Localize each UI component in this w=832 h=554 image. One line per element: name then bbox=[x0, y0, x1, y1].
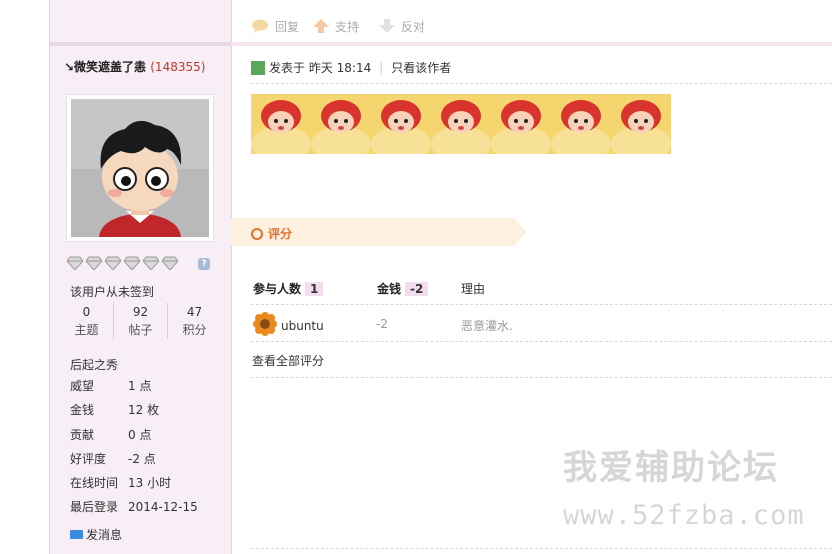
stat-value: 92 bbox=[132, 305, 149, 319]
view-all-ratings-link[interactable]: 查看全部评分 bbox=[252, 352, 324, 369]
rating-user[interactable]: ubuntu bbox=[253, 312, 324, 340]
author-uid: (148355) bbox=[150, 60, 206, 74]
thumbs-up-icon bbox=[313, 19, 329, 36]
online-status-icon bbox=[251, 60, 265, 75]
profile-key: 金钱 bbox=[70, 403, 95, 418]
stat-topics[interactable]: 0 主题 bbox=[60, 303, 113, 339]
stat-label: 主题 bbox=[74, 323, 99, 337]
rating-value: -2 bbox=[376, 317, 388, 331]
chick-emoticon-strip bbox=[251, 94, 671, 154]
profile-value: 12 枚 bbox=[128, 403, 160, 418]
circle-icon bbox=[251, 228, 263, 240]
stat-label: 积分 bbox=[182, 323, 207, 337]
diamond-icon[interactable] bbox=[142, 256, 160, 271]
thumbs-down-icon bbox=[379, 19, 395, 36]
stat-posts[interactable]: 92 帖子 bbox=[113, 303, 167, 339]
author-sidebar: ↘微笑遮盖了恚 (148355) ? 该用户从未签到 0 主题 92 帖子 47… bbox=[49, 0, 232, 554]
profile-row: 威望 1 点 bbox=[70, 378, 198, 402]
post-action-bar: 回复 支持 反对 bbox=[231, 0, 832, 42]
meta-separator bbox=[251, 83, 832, 84]
support-button[interactable]: 支持 bbox=[313, 18, 359, 36]
medal-row bbox=[66, 256, 181, 273]
diamond-icon[interactable] bbox=[85, 256, 103, 271]
profile-list: 威望 1 点 金钱 12 枚 贡献 0 点 好评度 -2 点 在线时间 13 小时 最后登… bbox=[70, 378, 198, 524]
sign-status: 该用户从未签到 bbox=[70, 285, 155, 299]
watermark-title: 我爱辅助论坛 bbox=[563, 448, 779, 488]
participants-label: 参与人数 bbox=[253, 282, 302, 296]
watermark-url: www.52fzba.com bbox=[563, 500, 805, 531]
avatar-image bbox=[71, 99, 209, 237]
user-stats: 0 主题 92 帖子 47 积分 bbox=[60, 303, 220, 341]
profile-row: 好评度 -2 点 bbox=[70, 451, 198, 475]
user-group[interactable]: 后起之秀 bbox=[70, 356, 118, 373]
user-avatar-icon bbox=[253, 312, 277, 339]
reply-icon bbox=[251, 19, 269, 36]
stat-value: 0 bbox=[82, 305, 91, 319]
author-name[interactable]: ↘微笑遮盖了恚 bbox=[64, 60, 146, 74]
page-gutter bbox=[0, 0, 49, 554]
rating-money-header: 金钱 -2 bbox=[377, 280, 429, 297]
oppose-button[interactable]: 反对 bbox=[379, 18, 425, 36]
profile-key: 威望 bbox=[70, 379, 95, 393]
rating-row-separator bbox=[251, 341, 832, 342]
content-divider bbox=[231, 42, 832, 46]
profile-value: 1 点 bbox=[128, 379, 152, 393]
stat-label: 帖子 bbox=[128, 323, 153, 337]
rating-header: 评分 bbox=[231, 218, 526, 246]
profile-value: -2 点 bbox=[128, 451, 156, 466]
profile-row: 贡献 0 点 bbox=[70, 427, 198, 451]
emoticon-image bbox=[251, 94, 671, 154]
stat-credits[interactable]: 47 积分 bbox=[167, 303, 221, 339]
rating-reason: 恶意灌水. bbox=[461, 319, 513, 333]
send-message-label: 发消息 bbox=[86, 528, 123, 542]
avatar[interactable] bbox=[66, 94, 214, 242]
reply-label: 回复 bbox=[275, 20, 300, 34]
profile-key: 好评度 bbox=[70, 451, 107, 466]
reply-button[interactable]: 回复 bbox=[251, 18, 299, 36]
send-message-link[interactable]: 发消息 bbox=[70, 526, 122, 543]
meta-divider: | bbox=[379, 61, 384, 75]
diamond-icon[interactable] bbox=[66, 256, 84, 271]
oppose-label: 反对 bbox=[401, 20, 426, 34]
profile-value: 2014-12-15 bbox=[128, 500, 198, 515]
post-bottom-separator bbox=[251, 548, 832, 549]
diamond-icon[interactable] bbox=[161, 256, 179, 271]
profile-row: 金钱 12 枚 bbox=[70, 402, 198, 426]
rating-header-separator bbox=[251, 304, 832, 305]
rating-participants-header: 参与人数 1 bbox=[253, 280, 324, 297]
author-header: ↘微笑遮盖了恚 (148355) bbox=[64, 58, 205, 75]
profile-value: 13 小时 bbox=[128, 476, 172, 491]
money-label: 金钱 bbox=[377, 282, 402, 296]
support-label: 支持 bbox=[335, 20, 360, 34]
only-author-link[interactable]: 只看该作者 bbox=[391, 61, 451, 75]
reason-header: 理由 bbox=[461, 282, 486, 296]
profile-row: 在线时间 13 小时 bbox=[70, 475, 198, 499]
post-time: 发表于 昨天 18:14 bbox=[269, 61, 372, 75]
mail-icon bbox=[70, 530, 83, 539]
profile-key: 贡献 bbox=[70, 427, 95, 442]
diamond-icon[interactable] bbox=[123, 256, 141, 271]
help-icon[interactable]: ? bbox=[198, 258, 210, 270]
profile-value: 0 点 bbox=[128, 427, 152, 442]
diamond-icon[interactable] bbox=[104, 256, 122, 271]
money-total: -2 bbox=[405, 282, 429, 296]
rating-footer-separator bbox=[251, 377, 832, 378]
rating-username: ubuntu bbox=[281, 319, 324, 333]
profile-key: 在线时间 bbox=[70, 476, 119, 491]
profile-row: 最后登录 2014-12-15 bbox=[70, 499, 198, 523]
participants-count: 1 bbox=[305, 282, 324, 296]
profile-key: 最后登录 bbox=[70, 500, 119, 515]
post-meta: 发表于 昨天 18:14 | 只看该作者 bbox=[251, 59, 451, 76]
stat-value: 47 bbox=[186, 305, 203, 319]
rating-title: 评分 bbox=[268, 227, 293, 241]
sidebar-divider bbox=[50, 42, 231, 46]
